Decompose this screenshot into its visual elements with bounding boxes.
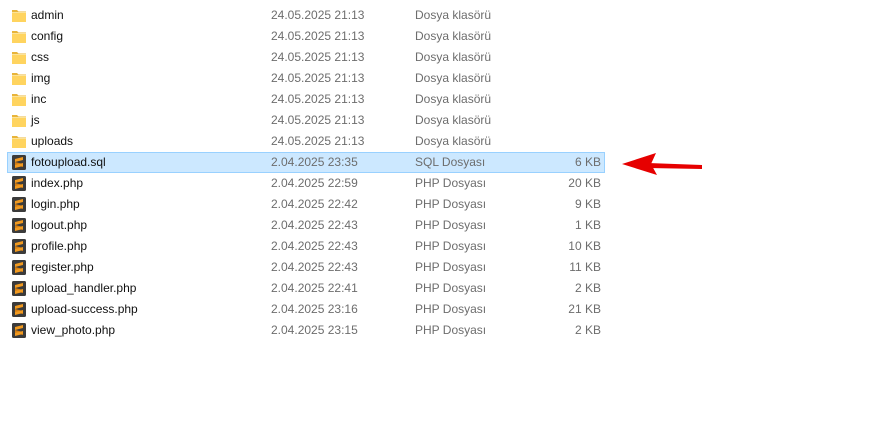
- file-row-config[interactable]: config 24.05.2025 21:13 Dosya klasörü: [0, 26, 869, 47]
- file-size: 2 KB: [574, 281, 601, 295]
- file-name: profile.php: [31, 239, 88, 253]
- file-type: Dosya klasörü: [415, 50, 492, 64]
- file-date-modified: 24.05.2025 21:13: [271, 113, 365, 127]
- folder-icon: [11, 113, 27, 128]
- file-name: config: [31, 29, 64, 43]
- file-type: PHP Dosyası: [415, 239, 487, 253]
- file-size: 2 KB: [574, 323, 601, 337]
- file-name: register.php: [31, 260, 94, 274]
- file-date-modified: 2.04.2025 22:43: [271, 260, 358, 274]
- file-type: PHP Dosyası: [415, 197, 487, 211]
- file-name: view_photo.php: [31, 323, 116, 337]
- file-list: admin 24.05.2025 21:13 Dosya klasörü config…: [0, 5, 869, 341]
- file-name: upload-success.php: [31, 302, 138, 316]
- file-type: PHP Dosyası: [415, 302, 487, 316]
- file-row-logout-php[interactable]: logout.php 2.04.2025 22:43 PHP Dosyası 1 KB: [0, 215, 869, 236]
- file-type: Dosya klasörü: [415, 71, 492, 85]
- folder-icon: [11, 50, 27, 65]
- file-type: Dosya klasörü: [415, 29, 492, 43]
- file-row-inc[interactable]: inc 24.05.2025 21:13 Dosya klasörü: [0, 89, 869, 110]
- file-name: inc: [31, 92, 47, 106]
- file-date-modified: 24.05.2025 21:13: [271, 8, 365, 22]
- file-date-modified: 2.04.2025 22:43: [271, 239, 358, 253]
- file-date-modified: 2.04.2025 22:43: [271, 218, 358, 232]
- folder-icon: [11, 92, 27, 107]
- sublime-text-file-icon: [11, 281, 27, 296]
- file-date-modified: 2.04.2025 22:42: [271, 197, 358, 211]
- file-name: fotoupload.sql: [31, 155, 106, 169]
- file-row-index-php[interactable]: index.php 2.04.2025 22:59 PHP Dosyası 20 KB: [0, 173, 869, 194]
- file-date-modified: 24.05.2025 21:13: [271, 92, 365, 106]
- folder-icon: [11, 29, 27, 44]
- sublime-text-file-icon: [11, 155, 27, 170]
- file-type: PHP Dosyası: [415, 323, 487, 337]
- file-date-modified: 2.04.2025 23:15: [271, 323, 358, 337]
- file-row-admin[interactable]: admin 24.05.2025 21:13 Dosya klasörü: [0, 5, 869, 26]
- file-size: 21 KB: [568, 302, 601, 316]
- file-date-modified: 24.05.2025 21:13: [271, 50, 365, 64]
- file-size: 1 KB: [574, 218, 601, 232]
- file-size: 6 KB: [574, 155, 601, 169]
- sublime-text-file-icon: [11, 260, 27, 275]
- sublime-text-file-icon: [11, 197, 27, 212]
- file-type: Dosya klasörü: [415, 113, 492, 127]
- file-name: img: [31, 71, 51, 85]
- file-date-modified: 24.05.2025 21:13: [271, 29, 365, 43]
- sublime-text-file-icon: [11, 218, 27, 233]
- file-date-modified: 2.04.2025 22:41: [271, 281, 358, 295]
- file-type: PHP Dosyası: [415, 218, 487, 232]
- file-row-img[interactable]: img 24.05.2025 21:13 Dosya klasörü: [0, 68, 869, 89]
- file-name: index.php: [31, 176, 84, 190]
- file-type: SQL Dosyası: [415, 155, 486, 169]
- file-row-fotoupload-sql[interactable]: fotoupload.sql 2.04.2025 23:35 SQL Dosyası…: [0, 152, 869, 173]
- file-date-modified: 2.04.2025 22:59: [271, 176, 358, 190]
- file-row-login-php[interactable]: login.php 2.04.2025 22:42 PHP Dosyası 9 KB: [0, 194, 869, 215]
- file-name: admin: [31, 8, 64, 22]
- folder-icon: [11, 71, 27, 86]
- file-row-profile-php[interactable]: profile.php 2.04.2025 22:43 PHP Dosyası 10 …: [0, 236, 869, 257]
- file-row-css[interactable]: css 24.05.2025 21:13 Dosya klasörü: [0, 47, 869, 68]
- file-name: css: [31, 50, 49, 64]
- file-row-view-photo-php[interactable]: view_photo.php 2.04.2025 23:15 PHP Dosyası…: [0, 320, 869, 341]
- file-row-upload-success-php[interactable]: upload-success.php 2.04.2025 23:16 PHP Dos…: [0, 299, 869, 320]
- folder-icon: [11, 8, 27, 23]
- file-name: login.php: [31, 197, 80, 211]
- file-row-uploads[interactable]: uploads 24.05.2025 21:13 Dosya klasörü: [0, 131, 869, 152]
- file-row-register-php[interactable]: register.php 2.04.2025 22:43 PHP Dosyası 11…: [0, 257, 869, 278]
- file-name: logout.php: [31, 218, 88, 232]
- file-type: PHP Dosyası: [415, 260, 487, 274]
- arrow-shaft: [648, 163, 702, 169]
- file-type: Dosya klasörü: [415, 92, 492, 106]
- sublime-text-file-icon: [11, 239, 27, 254]
- file-size: 10 KB: [568, 239, 601, 253]
- red-arrow-annotation: [622, 153, 702, 175]
- file-date-modified: 24.05.2025 21:13: [271, 134, 365, 148]
- file-name: js: [31, 113, 40, 127]
- file-name: uploads: [31, 134, 74, 148]
- file-size: 9 KB: [574, 197, 601, 211]
- file-type: Dosya klasörü: [415, 134, 492, 148]
- file-date-modified: 2.04.2025 23:16: [271, 302, 358, 316]
- file-row-js[interactable]: js 24.05.2025 21:13 Dosya klasörü: [0, 110, 869, 131]
- sublime-text-file-icon: [11, 323, 27, 338]
- file-name: upload_handler.php: [31, 281, 137, 295]
- file-type: PHP Dosyası: [415, 281, 487, 295]
- file-size: 11 KB: [569, 260, 601, 274]
- sublime-text-file-icon: [11, 302, 27, 317]
- file-date-modified: 2.04.2025 23:35: [271, 155, 358, 169]
- file-date-modified: 24.05.2025 21:13: [271, 71, 365, 85]
- file-row-upload-handler-php[interactable]: upload_handler.php 2.04.2025 22:41 PHP Dos…: [0, 278, 869, 299]
- file-type: PHP Dosyası: [415, 176, 487, 190]
- file-size: 20 KB: [568, 176, 601, 190]
- file-type: Dosya klasörü: [415, 8, 492, 22]
- sublime-text-file-icon: [11, 176, 27, 191]
- folder-icon: [11, 134, 27, 149]
